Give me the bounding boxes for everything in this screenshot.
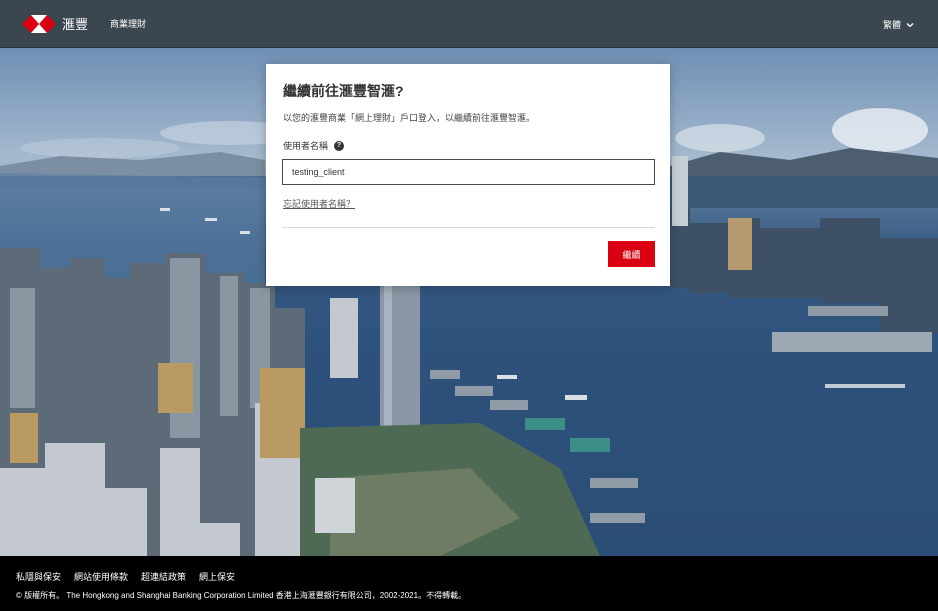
card-description: 以您的滙豐商業「網上理財」戶口登入，以繼續前往滙豐智滙。: [283, 113, 536, 123]
footer-links: 私隱與保安 網站使用條款 超連結政策 網上保安: [16, 570, 248, 583]
language-label: 繁體: [882, 20, 901, 30]
top-header: 滙豐 商業理財 繁體: [0, 0, 938, 48]
footer-link-hyperlink-policy[interactable]: 超連結政策: [141, 570, 186, 583]
card-title: 繼續前往滙豐智滙?: [283, 83, 404, 99]
nav-business-banking[interactable]: 商業理財: [110, 17, 146, 30]
copyright-text: © 版權所有。 The Hongkong and Shanghai Bankin…: [16, 591, 467, 600]
footer-link-online-security[interactable]: 網上保安: [199, 570, 235, 583]
question-circle-icon[interactable]: ?: [334, 140, 345, 151]
footer-link-terms[interactable]: 網站使用條款: [74, 570, 128, 583]
login-card: 繼續前往滙豐智滙? 以您的滙豐商業「網上理財」戶口登入，以繼續前往滙豐智滙。 使…: [266, 64, 670, 286]
username-input[interactable]: [282, 159, 655, 185]
username-label: 使用者名稱 ?: [283, 139, 345, 152]
brand-name: 滙豐: [62, 17, 89, 32]
language-selector[interactable]: 繁體: [883, 18, 914, 31]
chevron-down-icon: [906, 22, 914, 27]
footer-link-privacy[interactable]: 私隱與保安: [16, 570, 61, 583]
forgot-username-link[interactable]: 忘記使用者名稱？: [283, 197, 355, 210]
hsbc-logo[interactable]: 滙豐: [22, 14, 88, 33]
username-label-text: 使用者名稱: [283, 141, 329, 151]
hsbc-hexagon-logo-icon: [22, 14, 56, 33]
continue-button[interactable]: 繼續: [608, 241, 655, 267]
card-divider: [282, 227, 655, 228]
page-footer: 私隱與保安 網站使用條款 超連結政策 網上保安 © 版權所有。 The Hong…: [0, 556, 938, 611]
